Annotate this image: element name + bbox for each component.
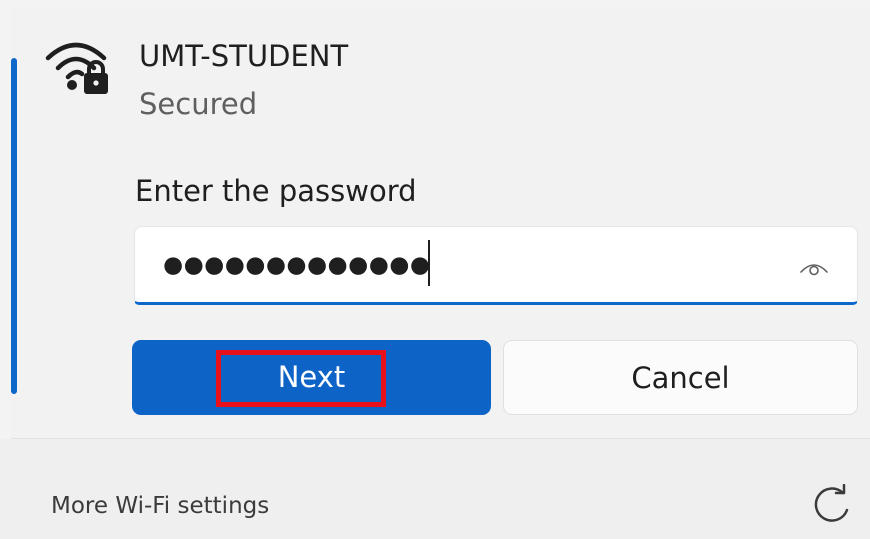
password-masked-value: ●●●●●●●●●●●●●: [163, 252, 431, 278]
panel-footer: [0, 439, 870, 539]
network-name: UMT-STUDENT: [139, 39, 349, 73]
password-label: Enter the password: [135, 174, 417, 208]
more-wifi-settings-link[interactable]: More Wi-Fi settings: [51, 490, 269, 522]
network-security-status: Secured: [139, 87, 258, 121]
cancel-button[interactable]: Cancel: [503, 340, 858, 415]
refresh-icon[interactable]: [810, 484, 854, 528]
password-input[interactable]: ●●●●●●●●●●●●●: [134, 226, 858, 305]
wifi-secured-icon: [45, 42, 108, 94]
selection-accent-bar: [11, 58, 17, 394]
eye-icon[interactable]: [799, 260, 829, 276]
text-caret: [428, 240, 430, 286]
wifi-connect-panel: UMT-STUDENT Secured Enter the password ●…: [0, 0, 870, 539]
next-button[interactable]: Next: [132, 340, 491, 415]
